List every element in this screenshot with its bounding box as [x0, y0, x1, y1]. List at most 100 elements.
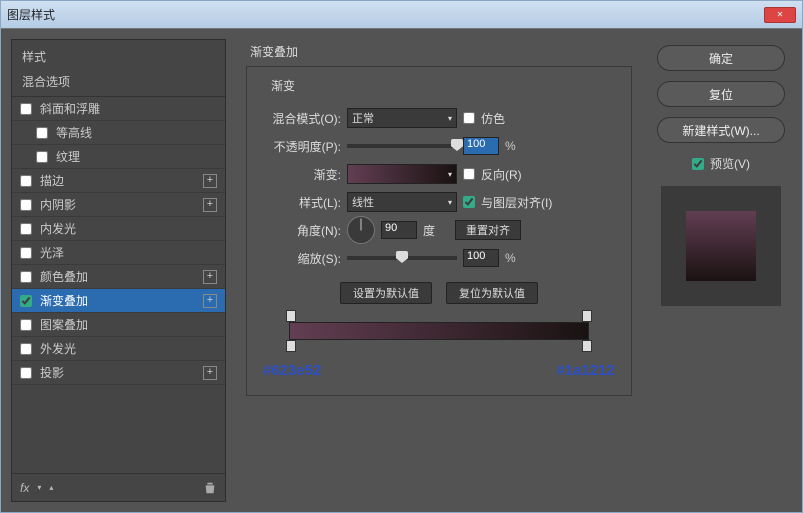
styles-header: 样式 — [12, 40, 225, 69]
set-default-button[interactable]: 设置为默认值 — [340, 282, 432, 304]
blend-options-header[interactable]: 混合选项 — [12, 69, 225, 97]
reverse-checkbox[interactable] — [463, 168, 475, 180]
ok-button[interactable]: 确定 — [657, 45, 785, 71]
reset-align-button[interactable]: 重置对齐 — [455, 220, 521, 240]
style-checkbox[interactable] — [20, 103, 32, 115]
dither-checkbox[interactable] — [463, 112, 475, 124]
trash-icon[interactable] — [203, 481, 217, 495]
dialog-body: 样式 混合选项 斜面和浮雕等高线纹理描边+内阴影+内发光光泽颜色叠加+渐变叠加+… — [1, 29, 802, 512]
plus-icon[interactable]: + — [203, 294, 217, 308]
color-stop-left[interactable] — [286, 340, 296, 352]
scale-pct: % — [505, 251, 516, 265]
style-select[interactable]: 线性 ▾ — [347, 192, 457, 212]
style-value: 线性 — [352, 194, 374, 210]
chevron-down-icon: ▾ — [448, 114, 452, 123]
plus-icon[interactable]: + — [203, 270, 217, 284]
angle-row: 角度(N): 90 度 重置对齐 — [261, 216, 617, 244]
reverse-label: 反向(R) — [481, 166, 522, 183]
style-checkbox[interactable] — [20, 319, 32, 331]
angle-input[interactable]: 90 — [381, 221, 417, 239]
style-item-4[interactable]: 内阴影+ — [12, 193, 225, 217]
preview-swatch — [686, 211, 756, 281]
close-icon: ✕ — [777, 10, 784, 19]
style-row: 样式(L): 线性 ▾ 与图层对齐(I) — [261, 188, 617, 216]
blend-mode-value: 正常 — [352, 110, 374, 126]
style-item-2[interactable]: 纹理 — [12, 145, 225, 169]
close-button[interactable]: ✕ — [764, 7, 796, 23]
preview-row: 预览(V) — [692, 155, 750, 172]
style-label: 内阴影 — [40, 196, 203, 213]
style-label: 纹理 — [56, 148, 217, 165]
opacity-stop-left[interactable] — [286, 310, 296, 322]
window-title: 图层样式 — [7, 6, 764, 23]
chevron-down-icon: ▾ — [448, 170, 452, 179]
slider-thumb[interactable] — [451, 139, 463, 151]
style-checkbox[interactable] — [20, 295, 32, 307]
style-item-3[interactable]: 描边+ — [12, 169, 225, 193]
opacity-row: 不透明度(P): 100 % — [261, 132, 617, 160]
reset-default-button[interactable]: 复位为默认值 — [446, 282, 538, 304]
style-item-11[interactable]: 投影+ — [12, 361, 225, 385]
plus-icon[interactable]: + — [203, 198, 217, 212]
preview-checkbox[interactable] — [692, 158, 704, 170]
style-checkbox[interactable] — [20, 247, 32, 259]
style-checkbox[interactable] — [20, 271, 32, 283]
action-panel: 确定 复位 新建样式(W)... 预览(V) — [652, 39, 790, 502]
scale-slider[interactable] — [347, 256, 457, 260]
style-item-1[interactable]: 等高线 — [12, 121, 225, 145]
style-label: 样式(L): — [261, 194, 341, 211]
opacity-stop-right[interactable] — [582, 310, 592, 322]
gradient-group: 渐变 混合模式(O): 正常 ▾ 仿色 不透明度(P): 100 % — [246, 66, 632, 396]
style-label: 图案叠加 — [40, 316, 217, 333]
style-checkbox[interactable] — [20, 175, 32, 187]
fx-caret-icon[interactable]: ▾ — [37, 483, 41, 492]
gradient-bar[interactable] — [289, 322, 589, 340]
cancel-button[interactable]: 复位 — [657, 81, 785, 107]
hex-row: #623e52 #1a1212 — [261, 362, 617, 379]
style-item-0[interactable]: 斜面和浮雕 — [12, 97, 225, 121]
style-item-6[interactable]: 光泽 — [12, 241, 225, 265]
group-title: 渐变 — [267, 77, 299, 94]
style-checkbox[interactable] — [36, 151, 48, 163]
style-label: 描边 — [40, 172, 203, 189]
gradient-editor — [289, 322, 589, 340]
style-label: 斜面和浮雕 — [40, 100, 217, 117]
style-item-9[interactable]: 图案叠加 — [12, 313, 225, 337]
opacity-pct: % — [505, 139, 516, 153]
preview-box — [661, 186, 781, 306]
style-label: 内发光 — [40, 220, 217, 237]
style-item-5[interactable]: 内发光 — [12, 217, 225, 241]
layer-style-dialog: 图层样式 ✕ 样式 混合选项 斜面和浮雕等高线纹理描边+内阴影+内发光光泽颜色叠… — [0, 0, 803, 513]
style-checkbox[interactable] — [20, 367, 32, 379]
scale-label: 缩放(S): — [261, 250, 341, 267]
style-item-10[interactable]: 外发光 — [12, 337, 225, 361]
color-stop-right[interactable] — [582, 340, 592, 352]
hex-right: #1a1212 — [557, 362, 615, 379]
hex-left: #623e52 — [263, 362, 321, 379]
style-label: 外发光 — [40, 340, 217, 357]
plus-icon[interactable]: + — [203, 366, 217, 380]
style-checkbox[interactable] — [20, 223, 32, 235]
blend-mode-label: 混合模式(O): — [261, 110, 341, 127]
angle-dial[interactable] — [347, 216, 375, 244]
style-item-8[interactable]: 渐变叠加+ — [12, 289, 225, 313]
blend-mode-select[interactable]: 正常 ▾ — [347, 108, 457, 128]
up-down-icon[interactable]: ▴ — [49, 483, 53, 492]
slider-thumb[interactable] — [396, 251, 408, 263]
style-checkbox[interactable] — [36, 127, 48, 139]
plus-icon[interactable]: + — [203, 174, 217, 188]
align-label: 与图层对齐(I) — [481, 194, 552, 211]
style-label: 等高线 — [56, 124, 217, 141]
scale-input[interactable]: 100 — [463, 249, 499, 267]
style-checkbox[interactable] — [20, 199, 32, 211]
opacity-input[interactable]: 100 — [463, 137, 499, 155]
dither-label: 仿色 — [481, 110, 505, 127]
chevron-down-icon: ▾ — [448, 198, 452, 207]
new-style-button[interactable]: 新建样式(W)... — [657, 117, 785, 143]
style-item-7[interactable]: 颜色叠加+ — [12, 265, 225, 289]
opacity-slider[interactable] — [347, 144, 457, 148]
align-checkbox[interactable] — [463, 196, 475, 208]
style-checkbox[interactable] — [20, 343, 32, 355]
gradient-swatch[interactable]: ▾ — [347, 164, 457, 184]
fx-label[interactable]: fx — [20, 481, 29, 495]
